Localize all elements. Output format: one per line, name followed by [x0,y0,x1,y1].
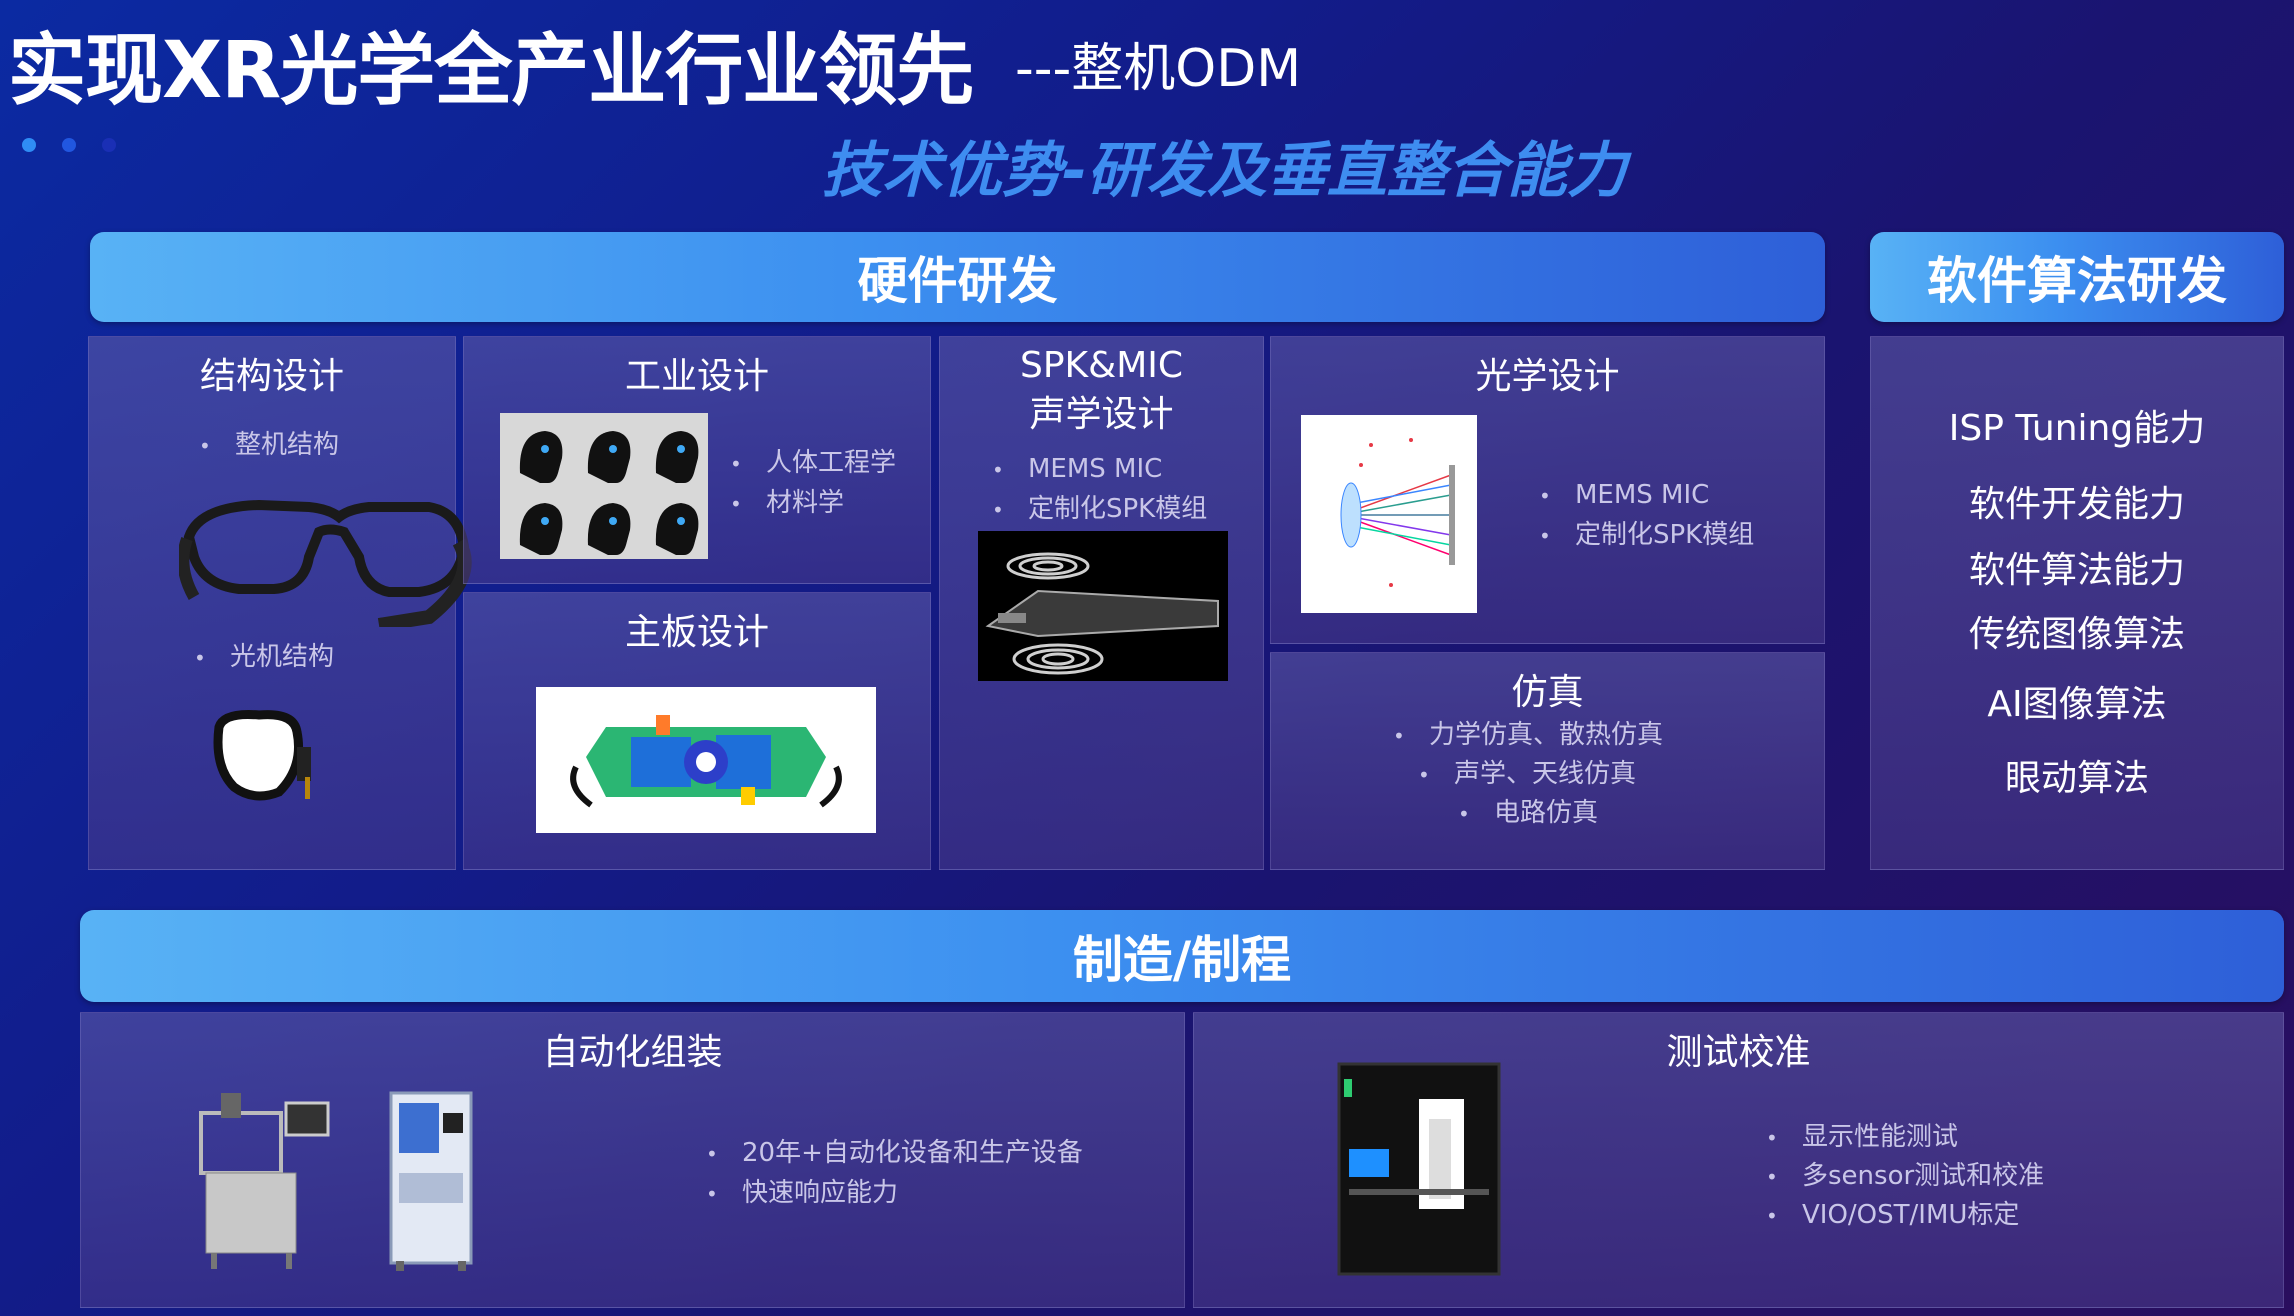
software-banner: 软件算法研发 [1870,232,2284,322]
test-calibration-panel: 测试校准 • 显示性能测试 • 多sensor测试和校准 • VIO/OST/IMU标… [1193,1012,2284,1308]
software-banner-label: 软件算法研发 [1927,252,2227,310]
simulation-item-1: • 力学仿真、散热仿真 [1393,720,1664,750]
software-item-6: 眼动算法 [2004,758,2149,799]
hardware-banner-label: 硬件研发 [857,252,1058,310]
dot-2 [62,138,76,152]
mainboard-design-panel: 主板设计 [463,592,931,870]
software-item-3: 软件算法能力 [1968,550,2185,591]
smart-glasses-image [179,499,472,627]
speaker-glasses-image [978,531,1228,681]
assembly-machine-2-image [389,1091,473,1271]
page-subtitle: 技术优势-研发及垂直整合能力 [822,136,1627,206]
acoustic-item-2: • 定制化SPK模组 [992,494,1208,524]
mainboard-design-title: 主板设计 [624,612,769,653]
manufacturing-banner: 制造/制程 [80,910,2284,1002]
structure-item-2: • 光机结构 [194,642,335,672]
optical-design-title: 光学设计 [1475,356,1620,397]
page-title-suffix: ---整机ODM [1015,39,1302,99]
simulation-title: 仿真 [1511,672,1584,713]
decorative-dots [22,138,116,152]
optical-item-1: • MEMS MIC [1539,480,1710,510]
acoustic-title-line2: 声学设计 [1029,394,1174,435]
acoustic-design-panel: SPK&MIC 声学设计 • MEMS MIC • 定制化SPK模组 [939,336,1264,870]
software-panel: ISP Tuning能力 软件开发能力 软件算法能力 传统图像算法 AI图像算法… [1870,336,2284,870]
optical-ray-trace-image [1301,415,1477,613]
mainboard-image [536,687,876,833]
test-station-image [1337,1062,1501,1276]
page-title: 实现XR光学全产业行业领先 [8,26,974,116]
software-item-4: 传统图像算法 [1968,614,2185,655]
simulation-item-2: • 声学、天线仿真 [1418,759,1637,789]
industrial-design-panel: 工业设计 • 人体工程学 • 材料学 [463,336,931,584]
assembly-item-2: • 快速响应能力 [706,1178,899,1208]
structure-item-1: • 整机结构 [199,430,340,460]
testing-item-1: • 显示性能测试 [1766,1122,1959,1152]
optical-design-panel: 光学设计 • MEMS MIC • 定制化SPK模组 [1270,336,1825,644]
assembly-machine-1-image [199,1093,330,1269]
manufacturing-banner-label: 制造/制程 [1072,931,1292,989]
acoustic-item-1: • MEMS MIC [992,454,1163,484]
head-ergonomics-image [500,413,708,559]
software-item-5: AI图像算法 [1987,684,2167,725]
acoustic-title-line1: SPK&MIC [1019,345,1184,386]
dot-3 [102,138,116,152]
industrial-design-title: 工业设计 [624,356,769,397]
dot-1 [22,138,36,152]
assembly-item-1: • 20年+自动化设备和生产设备 [706,1138,1083,1168]
software-item-2: 软件开发能力 [1968,484,2185,525]
structure-design-title: 结构设计 [199,356,344,397]
hardware-banner: 硬件研发 [90,232,1825,322]
structure-design-panel: 结构设计 • 整机结构 • 光机结构 [88,336,472,870]
industrial-item-1: • 人体工程学 [730,448,897,478]
automated-assembly-title: 自动化组装 [542,1032,723,1073]
testing-item-3: • VIO/OST/IMU标定 [1766,1200,2020,1230]
optical-item-2: • 定制化SPK模组 [1539,520,1755,550]
industrial-item-2: • 材料学 [730,488,845,518]
testing-item-2: • 多sensor测试和校准 [1766,1161,2045,1191]
simulation-item-3: • 电路仿真 [1458,798,1599,828]
optical-engine-image [213,710,311,801]
automated-assembly-panel: 自动化组装 • 20年+自动化设备和生产设备 • 快速响应能力 [80,1012,1185,1308]
software-item-1: ISP Tuning能力 [1948,408,2206,449]
simulation-panel: 仿真 • 力学仿真、散热仿真 • 声学、天线仿真 • 电路仿真 [1270,652,1825,870]
